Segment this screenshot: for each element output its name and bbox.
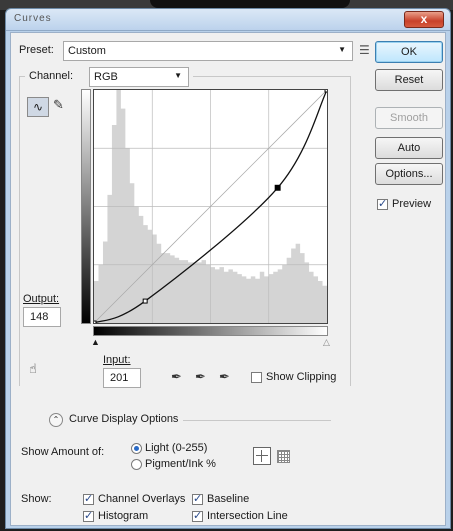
black-eyedropper-icon[interactable]: ✒ [171, 369, 182, 385]
simple-grid-button[interactable] [253, 447, 271, 465]
preset-label: Preset: [19, 44, 54, 56]
chevron-down-icon: ▼ [338, 45, 346, 54]
channel-overlays-checkbox[interactable] [83, 492, 94, 505]
input-gradient-bar [93, 326, 328, 336]
preset-select[interactable]: Custom ▼ [63, 41, 353, 61]
window-title: Curves [14, 13, 52, 24]
intersection-line-label: Intersection Line [207, 510, 288, 522]
close-button[interactable]: x [404, 11, 444, 28]
preset-options-icon[interactable]: ☰ [359, 43, 370, 57]
channel-value: RGB [94, 71, 118, 83]
curve-control-point[interactable] [93, 320, 97, 324]
channel-overlays-label: Channel Overlays [98, 493, 186, 505]
preview-checkbox[interactable] [377, 197, 388, 210]
group-border [19, 76, 20, 386]
curve-control-point[interactable] [274, 184, 281, 191]
show-amount-label: Show Amount of: [21, 446, 105, 458]
curve-control-point[interactable] [324, 89, 328, 93]
title-bar[interactable]: Curves x [6, 9, 450, 31]
group-border [183, 420, 331, 421]
background-shape [150, 0, 350, 8]
ok-button[interactable]: OK [375, 41, 443, 63]
baseline-checkbox[interactable] [192, 492, 203, 505]
black-point-slider[interactable]: ▲ [91, 337, 100, 347]
target-adjustment-icon[interactable]: ☝ [29, 361, 37, 377]
close-icon: x [420, 12, 428, 26]
curve-icon: ∿ [32, 100, 44, 114]
detailed-grid-button[interactable] [277, 450, 290, 463]
expand-toggle[interactable]: ⌃ [49, 413, 63, 427]
white-eyedropper-icon[interactable]: ✒ [219, 369, 230, 385]
auto-button[interactable]: Auto [375, 137, 443, 159]
options-button[interactable]: Options... [375, 163, 443, 185]
pigment-radio[interactable] [131, 459, 142, 470]
white-point-slider[interactable]: △ [323, 337, 330, 348]
light-radio[interactable] [131, 443, 142, 454]
double-chevron-icon: ⌃ [52, 415, 60, 424]
group-border [193, 76, 350, 77]
reset-button[interactable]: Reset [375, 69, 443, 91]
gray-eyedropper-icon[interactable]: ✒ [195, 369, 206, 385]
smooth-button[interactable]: Smooth [375, 107, 443, 129]
group-border [350, 76, 351, 386]
channel-label: Channel: [29, 70, 74, 82]
curve-point-tool[interactable]: ∿ [27, 97, 49, 117]
preset-value: Custom [68, 45, 106, 57]
chevron-down-icon: ▼ [174, 71, 182, 80]
output-field[interactable]: 148 [23, 307, 61, 327]
show-clipping-checkbox[interactable] [251, 372, 262, 383]
pigment-label: Pigment/Ink % [145, 458, 216, 470]
show-clipping-label: Show Clipping [266, 371, 337, 383]
baseline-label: Baseline [207, 493, 250, 505]
intersection-line-checkbox[interactable] [192, 509, 203, 522]
curve-graph[interactable] [93, 89, 328, 324]
histogram-label: Histogram [98, 510, 149, 522]
preview-label: Preview [392, 198, 432, 210]
curves-dialog: Curves x Preset: Custom ▼ ☰ OK Reset Smo… [5, 8, 451, 529]
channel-select[interactable]: RGB ▼ [89, 67, 189, 87]
curve-control-point[interactable] [142, 298, 148, 304]
light-label: Light (0-255) [145, 442, 208, 454]
show-label: Show: [21, 493, 52, 505]
input-label: Input: [103, 354, 131, 366]
input-field[interactable]: 201 [103, 368, 141, 388]
output-gradient-bar [81, 89, 91, 324]
pencil-icon[interactable]: ✎ [53, 97, 64, 113]
dialog-body: Preset: Custom ▼ ☰ OK Reset Smooth Auto … [10, 32, 446, 526]
histogram-checkbox[interactable] [83, 509, 94, 522]
curve-display-options-label: Curve Display Options [69, 413, 179, 425]
output-label: Output: [23, 293, 60, 305]
